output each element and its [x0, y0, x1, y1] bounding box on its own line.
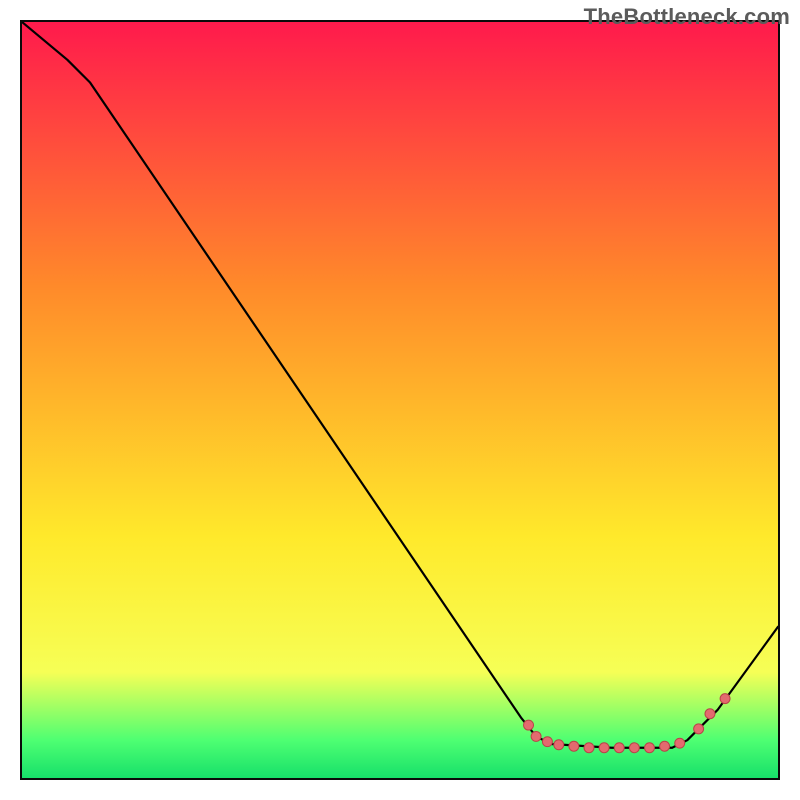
stage: TheBottleneck.com [0, 0, 800, 800]
chart-area [20, 20, 780, 780]
gradient-background [22, 22, 778, 778]
watermark-text: TheBottleneck.com [584, 4, 790, 30]
